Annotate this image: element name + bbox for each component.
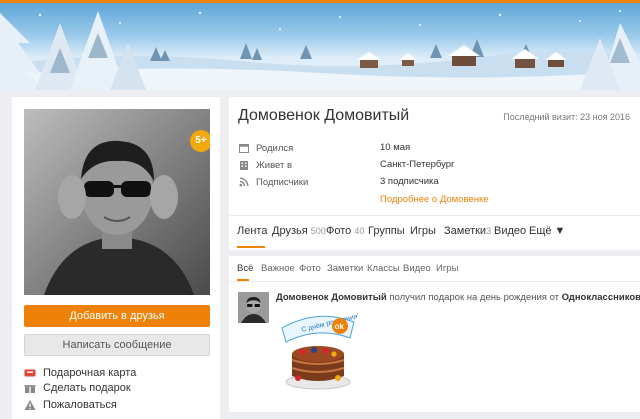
- warning-icon: [24, 399, 36, 411]
- profile-sidebar: 5+ Добавить в друзья Написать сообщение …: [12, 97, 220, 419]
- gift-logo-text: ok: [335, 322, 345, 331]
- tab-games[interactable]: Игры: [410, 225, 436, 237]
- tab-notes[interactable]: Заметки3: [444, 225, 491, 237]
- gift-card-link[interactable]: Подарочная карта: [24, 365, 136, 381]
- tabs-divider: [229, 215, 640, 216]
- add-friend-button[interactable]: Добавить в друзья: [24, 305, 210, 327]
- last-visit: Последний визит: 23 ноя 2016: [503, 112, 630, 122]
- rss-icon: [239, 177, 249, 187]
- info-birthday: Родился: [239, 141, 293, 155]
- active-tab-indicator: [237, 246, 265, 248]
- post-target-link[interactable]: Одноклассников: [562, 292, 640, 303]
- write-message-button[interactable]: Написать сообщение: [24, 334, 210, 356]
- tab-friends[interactable]: Друзья 500: [272, 225, 326, 237]
- rating-badge: 5+: [190, 130, 210, 152]
- avatar[interactable]: 5+: [24, 109, 210, 295]
- tab-photos[interactable]: Фото 40: [326, 225, 364, 237]
- birthday-gift-image[interactable]: С днём рождения! ok: [278, 308, 360, 392]
- calendar-icon: [239, 143, 249, 153]
- report-label: Пожаловаться: [43, 399, 117, 411]
- feed-divider: [229, 281, 640, 282]
- feed-tab-games[interactable]: Игры: [436, 263, 458, 274]
- info-city: Живет в: [239, 158, 292, 172]
- feed-tab-video[interactable]: Видео: [403, 263, 431, 274]
- gift-card-icon: [24, 367, 36, 379]
- info-followers-value[interactable]: 3 подписчика: [380, 176, 439, 187]
- info-birthday-value: 10 мая: [380, 142, 411, 153]
- info-followers: Подписчики: [239, 175, 308, 189]
- feed-tab-all[interactable]: Всё: [237, 263, 253, 274]
- report-link[interactable]: Пожаловаться: [24, 397, 117, 413]
- gift-card-label: Подарочная карта: [43, 367, 137, 379]
- feed-tab-notes[interactable]: Заметки: [327, 263, 363, 274]
- more-about-link[interactable]: Подробнее о Домовенке: [380, 194, 489, 205]
- make-gift-label: Сделать подарок: [43, 382, 131, 394]
- profile-cover: [0, 3, 640, 90]
- post-avatar[interactable]: [238, 292, 269, 323]
- post-action: получил подарок на день рождения от: [386, 292, 562, 303]
- tab-groups[interactable]: Группы: [368, 225, 405, 237]
- make-gift-link[interactable]: Сделать подарок: [24, 380, 131, 396]
- info-followers-label: Подписчики: [256, 176, 309, 188]
- profile-card: Домовенок Домовитый Последний визит: 23 …: [229, 97, 640, 250]
- feed-tab-photo[interactable]: Фото: [299, 263, 321, 274]
- tab-video[interactable]: Видео: [494, 225, 526, 237]
- info-city-label: Живет в: [256, 159, 293, 171]
- feed-panel: Всё Важное Фото Заметки Классы Видео Игр…: [229, 256, 640, 412]
- tab-more[interactable]: Ещё ▼: [529, 225, 565, 237]
- building-icon: [239, 160, 249, 170]
- info-city-value: Санкт-Петербург: [380, 159, 455, 170]
- post-author-link[interactable]: Домовенок Домовитый: [276, 292, 387, 303]
- feed-tab-classes[interactable]: Классы: [367, 263, 400, 274]
- post-text: Домовенок Домовитый получил подарок на д…: [276, 292, 640, 303]
- info-birthday-label: Родился: [256, 142, 294, 154]
- feed-tab-important[interactable]: Важное: [261, 263, 295, 274]
- tab-feed[interactable]: Лента: [237, 225, 267, 237]
- profile-name: Домовенок Домовитый: [238, 107, 410, 124]
- gift-icon: [24, 382, 36, 394]
